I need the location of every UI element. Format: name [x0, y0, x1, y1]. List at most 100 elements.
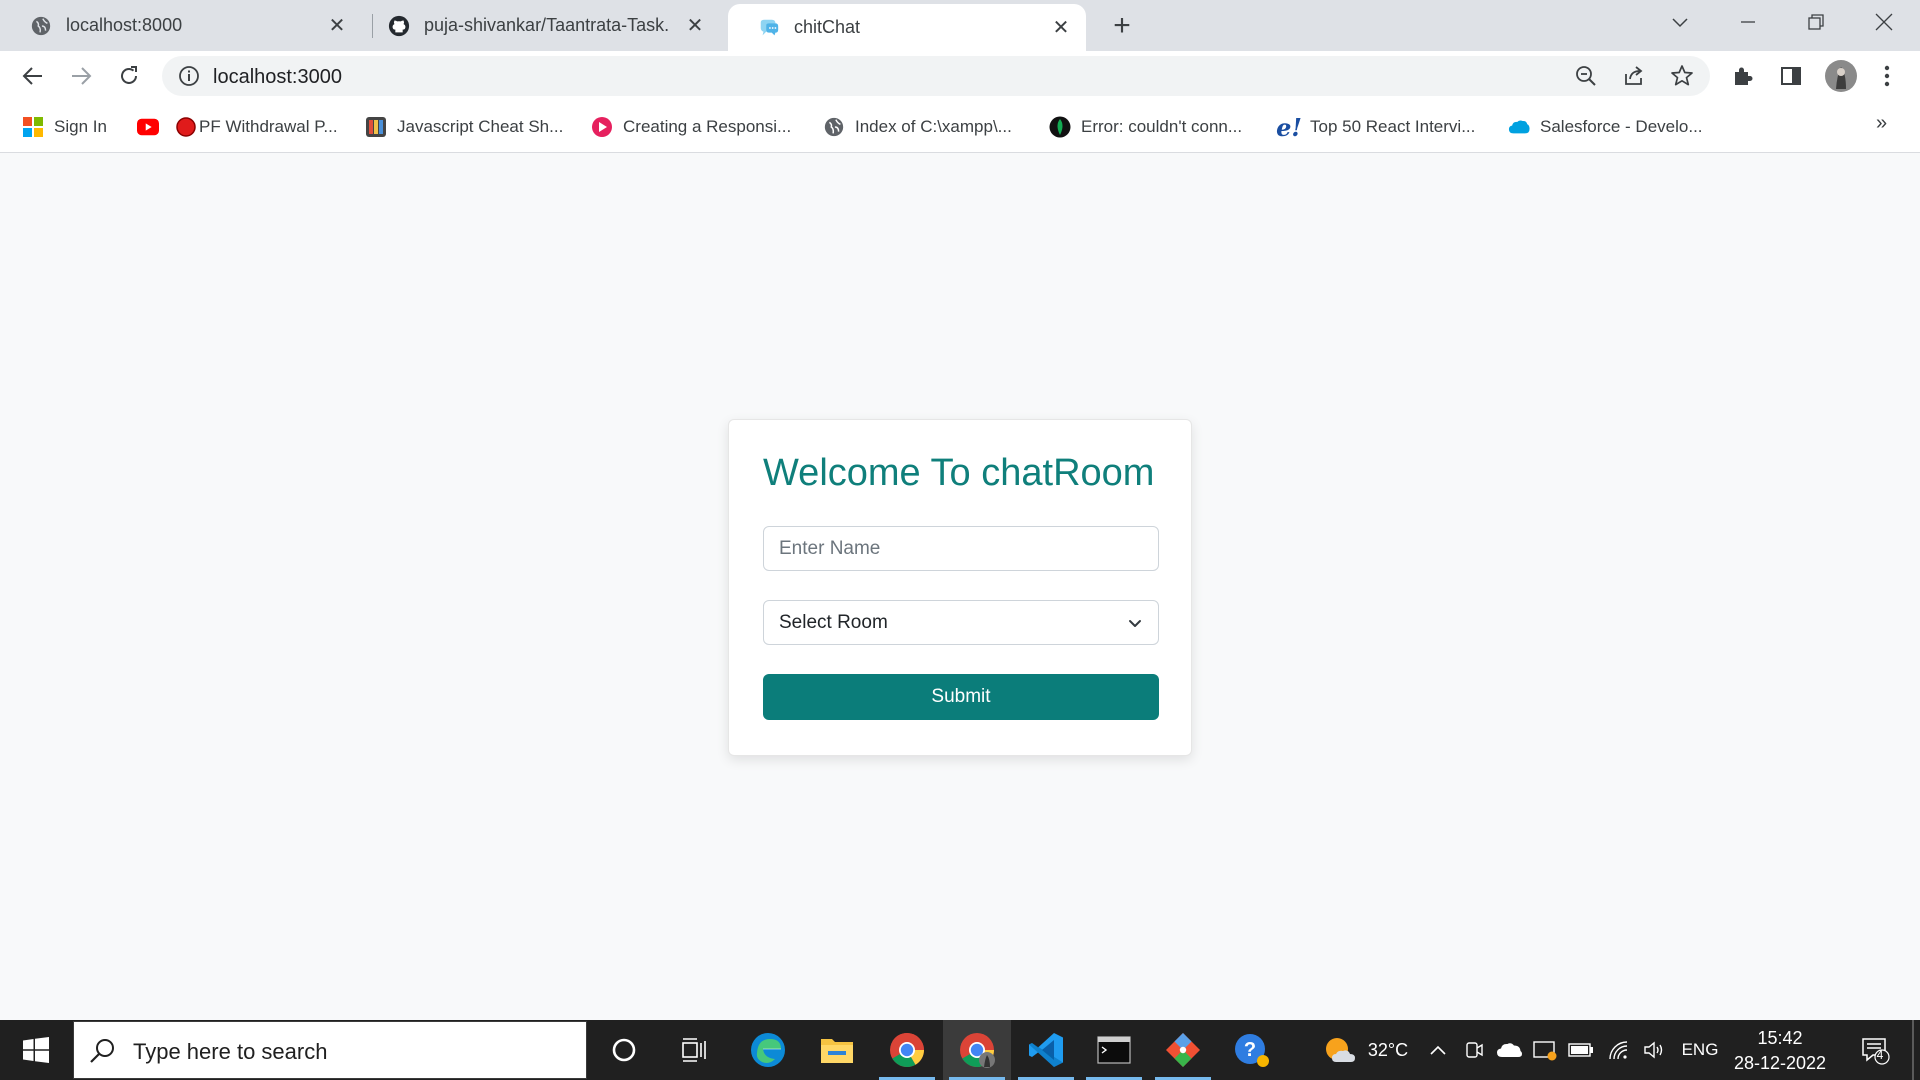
taskbar-chrome[interactable] — [873, 1020, 941, 1080]
cheat-sheet-icon — [365, 116, 387, 138]
meet-now-icon — [1466, 1042, 1483, 1058]
partly-cloudy-icon — [1325, 1038, 1355, 1062]
microsoft-icon — [22, 116, 44, 138]
show-desktop-button[interactable] — [1912, 1020, 1914, 1080]
chrome-icon — [890, 1033, 924, 1067]
bookmark-label: PF Withdrawal P... — [199, 117, 338, 136]
puzzle-icon — [1735, 67, 1753, 85]
taskbar-search-box[interactable]: Type here to search — [73, 1021, 587, 1079]
task-view-button[interactable] — [660, 1020, 728, 1080]
chevron-down-icon — [1672, 18, 1688, 28]
forward-button[interactable] — [64, 59, 98, 93]
reload-button[interactable] — [112, 59, 146, 93]
show-hidden-icons-button[interactable] — [1426, 1020, 1450, 1080]
battery-tray[interactable] — [1566, 1020, 1596, 1080]
profile-avatar-button[interactable] — [1823, 58, 1859, 94]
git-gui-icon — [1166, 1033, 1200, 1067]
bookmark-creating-responsive[interactable]: Creating a Responsi... — [591, 113, 791, 141]
side-panel-button[interactable] — [1776, 61, 1806, 91]
tab-github[interactable]: puja-shivankar/Taantrata-Task. ✕ — [358, 0, 720, 51]
arrow-left-icon — [22, 67, 42, 85]
bookmark-label: Sign In — [54, 117, 107, 136]
zoom-out-icon[interactable] — [1573, 63, 1599, 89]
svg-text:?: ? — [1244, 1039, 1256, 1061]
bookmark-label: Creating a Responsi... — [623, 117, 792, 136]
bookmark-index-xampp[interactable]: Index of C:\xampp\... — [823, 113, 1012, 141]
address-bar[interactable]: localhost:3000 — [162, 56, 1710, 96]
input-language[interactable]: ENG — [1678, 1020, 1722, 1080]
side-panel-icon — [1781, 67, 1801, 85]
restore-button[interactable] — [1790, 0, 1842, 44]
tab-search-button[interactable] — [1654, 0, 1706, 44]
taskbar-git-gui[interactable] — [1149, 1020, 1217, 1080]
info-icon[interactable] — [176, 63, 202, 89]
bookmark-pf-withdrawal[interactable]: PF Withdrawal P... — [175, 113, 338, 141]
kebab-menu-icon — [1884, 65, 1890, 87]
minimize-icon — [1741, 21, 1755, 23]
name-input[interactable] — [763, 526, 1159, 571]
weather-temperature: 32°C — [1367, 1039, 1409, 1060]
weather-widget[interactable]: 32°C — [1310, 1020, 1420, 1080]
bookmark-top-50-react[interactable]: e! Top 50 React Intervi... — [1276, 112, 1476, 142]
extensions-button[interactable] — [1728, 61, 1758, 91]
back-button[interactable] — [16, 59, 50, 93]
room-select[interactable]: Select Room — [763, 600, 1159, 645]
search-icon — [90, 1039, 114, 1063]
cortana-button[interactable] — [590, 1020, 658, 1080]
submit-button[interactable]: Submit — [763, 674, 1159, 720]
cloud-icon — [1497, 1043, 1522, 1057]
bookmark-javascript-cheat-sheet[interactable]: Javascript Cheat Sh... — [365, 113, 563, 141]
bookmark-sign-in[interactable]: Sign In — [22, 113, 107, 141]
taskbar-chrome-profile[interactable] — [943, 1020, 1011, 1080]
close-tab-icon[interactable]: ✕ — [1048, 15, 1074, 41]
vscode-icon — [1029, 1033, 1063, 1067]
close-window-button[interactable] — [1858, 0, 1910, 44]
arrow-right-icon — [72, 67, 92, 85]
onedrive-tray[interactable] — [1494, 1020, 1524, 1080]
new-tab-button[interactable]: + — [1107, 11, 1137, 41]
bookmark-youtube[interactable] — [137, 113, 169, 141]
start-button[interactable] — [10, 1030, 62, 1070]
salesforce-cloud-icon — [1508, 116, 1530, 138]
network-tray[interactable] — [1604, 1020, 1634, 1080]
terminal-icon — [1097, 1036, 1131, 1064]
taskbar-file-explorer[interactable] — [803, 1020, 871, 1080]
tab-title: chitChat — [794, 17, 861, 37]
page-title: Welcome To chatRoom — [763, 452, 1155, 494]
browser-menu-button[interactable] — [1872, 61, 1902, 91]
battery-icon — [1568, 1043, 1593, 1057]
folder-icon — [821, 1039, 853, 1063]
taskbar-edge[interactable] — [734, 1020, 802, 1080]
bookmark-label: Top 50 React Intervi... — [1310, 117, 1476, 136]
minimize-button[interactable] — [1722, 0, 1774, 44]
edureka-icon: e! — [1276, 112, 1302, 142]
page-viewport: Welcome To chatRoom Select Room Submit — [0, 154, 1920, 1020]
help-icon: ? — [1235, 1034, 1269, 1067]
taskbar-get-help[interactable]: ? — [1218, 1020, 1286, 1080]
taskbar-vscode[interactable] — [1012, 1020, 1080, 1080]
reload-icon — [121, 66, 137, 84]
share-icon[interactable] — [1621, 63, 1647, 89]
meet-now-tray[interactable] — [1460, 1020, 1488, 1080]
close-tab-icon[interactable]: ✕ — [682, 13, 708, 39]
globe-icon — [31, 16, 51, 35]
bookmark-error-couldnt-connect[interactable]: Error: couldn't conn... — [1049, 113, 1242, 141]
action-center-button[interactable]: 4 — [1852, 1020, 1898, 1080]
notification-count-badge: 4 — [1876, 1048, 1884, 1062]
taskbar-terminal[interactable] — [1080, 1020, 1148, 1080]
room-select-value: Select Room — [779, 611, 888, 633]
task-view-icon — [682, 1038, 706, 1062]
volume-tray[interactable] — [1640, 1020, 1670, 1080]
update-tray[interactable] — [1530, 1020, 1560, 1080]
tab-localhost-8000[interactable]: localhost:8000 ✕ — [0, 0, 362, 51]
bookmark-salesforce[interactable]: Salesforce - Develo... — [1508, 113, 1703, 141]
chevron-up-icon — [1430, 1045, 1446, 1055]
taskbar-clock[interactable]: 15:42 28-12-2022 — [1730, 1026, 1830, 1076]
tab-chitchat[interactable]: chitChat ✕ — [728, 4, 1086, 51]
close-tab-icon[interactable]: ✕ — [324, 13, 350, 39]
more-bookmarks-button[interactable]: » — [1876, 112, 1887, 135]
chevron-down-icon — [1129, 619, 1141, 627]
cortana-circle-icon — [612, 1038, 636, 1062]
address-text[interactable]: localhost:3000 — [213, 66, 342, 89]
bookmark-star-icon[interactable] — [1669, 63, 1695, 89]
